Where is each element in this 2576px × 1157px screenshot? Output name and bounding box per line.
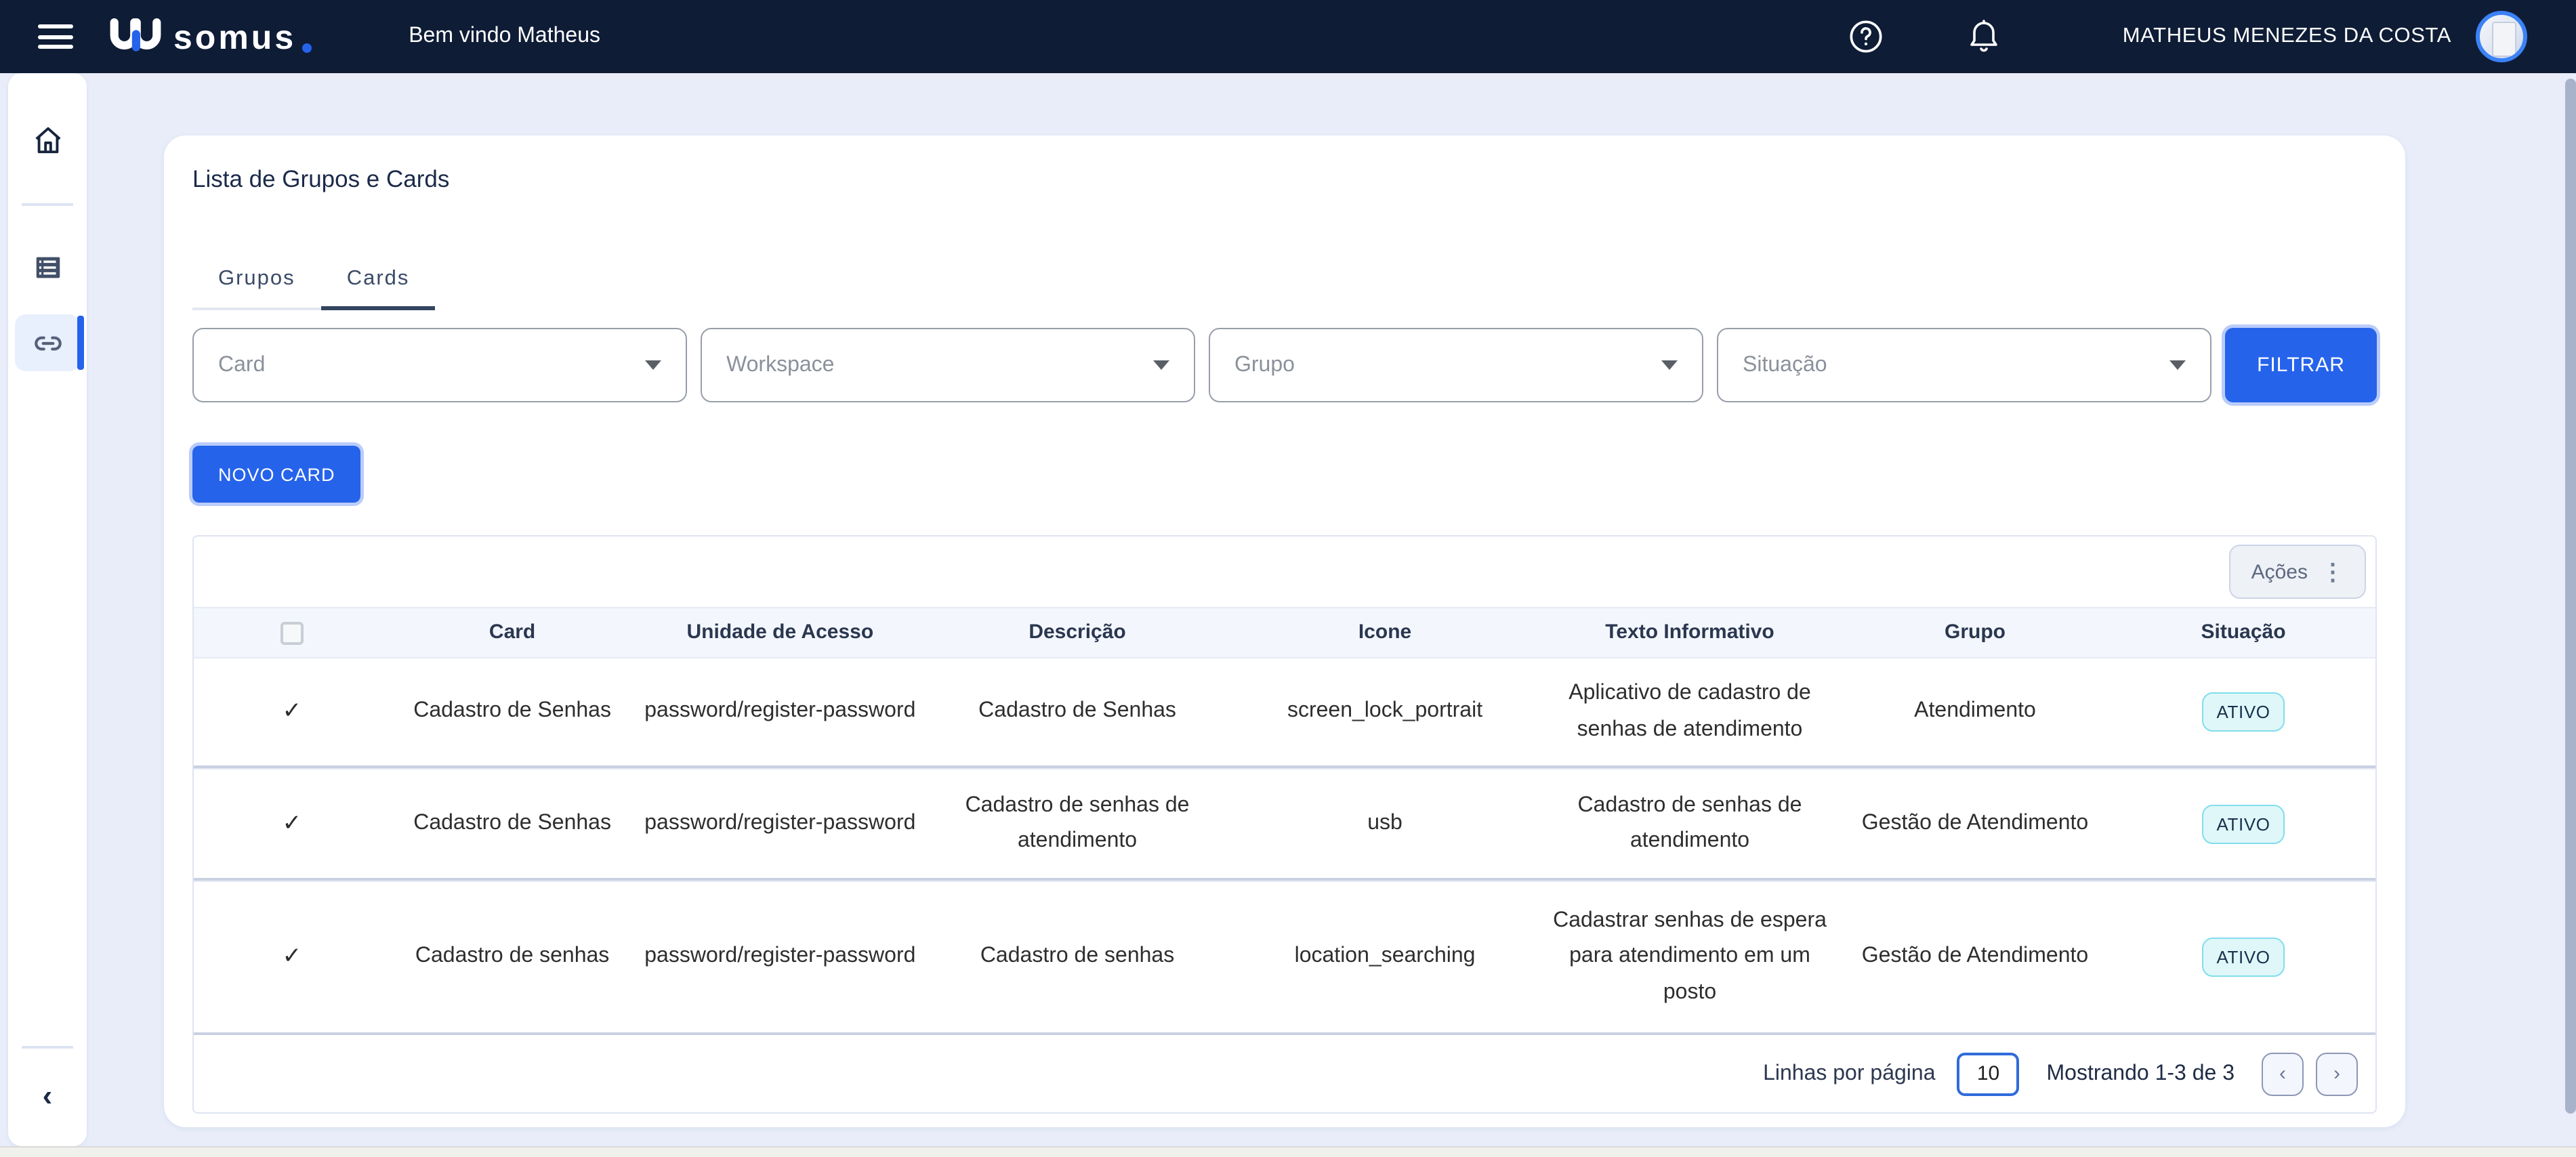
cell-grupo: Gestão de Atendimento (1839, 770, 2112, 878)
filtrar-button[interactable]: FILTRAR (2225, 328, 2377, 402)
cell-descricao: Cadastro de Senhas (926, 658, 1229, 765)
chevron-left-icon: ‹ (2279, 1062, 2286, 1085)
user-name[interactable]: MATHEUS MENEZES DA COSTA (2123, 24, 2451, 49)
horizontal-scrollbar[interactable] (0, 1146, 2576, 1157)
column-header-card: Card (390, 608, 635, 657)
rows-per-page-input[interactable] (1957, 1052, 2020, 1095)
cell-texto-informativo: Cadastrar senhas de espera para atendime… (1541, 882, 1839, 1032)
next-page-button[interactable]: › (2316, 1052, 2358, 1095)
filter-row: Card Workspace Grupo Situação FILTRAR (192, 328, 2377, 402)
row-selected-checkmark[interactable]: ✓ (283, 693, 302, 731)
table-row: ✓ Cadastro de Senhas password/register-p… (194, 768, 2375, 881)
acoes-button[interactable]: Ações ⋮ (2230, 545, 2366, 599)
cell-icone: location_searching (1229, 882, 1541, 1032)
status-badge[interactable]: ATIVO (2202, 804, 2285, 843)
brand-dot (302, 43, 311, 53)
workspace-filter-placeholder: Workspace (726, 353, 834, 377)
brand-name: somus (173, 22, 296, 56)
user-avatar[interactable] (2476, 11, 2527, 62)
acoes-button-label: Ações (2251, 560, 2308, 583)
vertical-scrollbar[interactable] (2565, 79, 2576, 1114)
notifications-bell-icon[interactable] (1968, 19, 2001, 54)
sidebar-divider-bottom (22, 1046, 73, 1049)
link-icon (30, 326, 64, 360)
sidebar-item-list[interactable] (15, 238, 80, 295)
active-indicator-bar (77, 316, 84, 370)
grupo-filter-select[interactable]: Grupo (1209, 328, 1703, 402)
cell-card: Cadastro de Senhas (390, 658, 635, 765)
cell-texto-informativo: Aplicativo de cadastro de senhas de aten… (1541, 658, 1839, 765)
sidebar-collapse-icon[interactable]: ‹ (43, 1081, 53, 1111)
sidebar-navigation: ‹ (8, 73, 87, 1146)
tab-cards[interactable]: Cards (321, 253, 436, 310)
cell-card: Cadastro de senhas (390, 882, 635, 1032)
status-badge[interactable]: ATIVO (2202, 938, 2285, 977)
situacao-filter-placeholder: Situação (1743, 353, 1827, 377)
showing-range-text: Mostrando 1-3 de 3 (2047, 1061, 2235, 1086)
home-icon (32, 124, 63, 155)
row-selected-checkmark[interactable]: ✓ (283, 938, 302, 976)
column-header-situacao: Situação (2111, 608, 2375, 657)
chevron-down-icon (645, 360, 661, 370)
table-header-row: Card Unidade de Acesso Descrição Icone T… (194, 608, 2375, 657)
chevron-down-icon (1153, 360, 1169, 370)
cell-unidade-de-acesso: password/register-password (634, 658, 926, 765)
column-header-descricao: Descrição (926, 608, 1229, 657)
column-header-icone: Icone (1229, 608, 1541, 657)
situacao-filter-select[interactable]: Situação (1717, 328, 2211, 402)
grupo-filter-placeholder: Grupo (1234, 353, 1295, 377)
chevron-right-icon: › (2333, 1062, 2340, 1085)
pagination-row: Linhas por página Mostrando 1-3 de 3 ‹ › (194, 1035, 2375, 1112)
previous-page-button[interactable]: ‹ (2262, 1052, 2304, 1095)
sidebar-item-home[interactable] (15, 111, 80, 168)
list-table-icon (32, 251, 63, 282)
column-header-unidade-de-acesso: Unidade de Acesso (634, 608, 926, 657)
help-icon[interactable] (1849, 19, 1884, 54)
tab-bar: Grupos Cards (192, 253, 435, 310)
somus-logo: somus (108, 18, 311, 56)
sidebar-item-cards-active[interactable] (15, 314, 80, 371)
card-filter-select[interactable]: Card (192, 328, 687, 402)
sidebar-divider (22, 203, 73, 206)
cell-card: Cadastro de Senhas (390, 770, 635, 878)
card-filter-placeholder: Card (218, 353, 265, 377)
welcome-message: Bem vindo Matheus (409, 24, 600, 49)
hamburger-menu-icon[interactable] (38, 24, 73, 49)
cards-table-container: Ações ⋮ Card Unidade de Acesso Descrição… (192, 535, 2377, 1114)
tab-grupos[interactable]: Grupos (192, 253, 321, 310)
select-all-checkbox[interactable] (281, 621, 304, 644)
workspace-filter-select[interactable]: Workspace (701, 328, 1195, 402)
cell-texto-informativo: Cadastro de senhas de atendimento (1541, 770, 1839, 878)
cell-grupo: Atendimento (1839, 658, 2112, 765)
main-content-card: Lista de Grupos e Cards Grupos Cards Car… (164, 135, 2405, 1127)
status-badge[interactable]: ATIVO (2202, 692, 2285, 732)
cell-icone: screen_lock_portrait (1229, 658, 1541, 765)
table-row: ✓ Cadastro de senhas password/register-p… (194, 881, 2375, 1035)
cell-descricao: Cadastro de senhas (926, 882, 1229, 1032)
table-toolbar: Ações ⋮ (194, 537, 2375, 608)
column-header-grupo: Grupo (1839, 608, 2112, 657)
rows-per-page-label: Linhas por página (1763, 1061, 1935, 1086)
cell-grupo: Gestão de Atendimento (1839, 882, 2112, 1032)
chevron-down-icon (2169, 360, 2186, 370)
cell-descricao: Cadastro de senhas de atendimento (926, 770, 1229, 878)
column-header-texto-informativo: Texto Informativo (1541, 608, 1839, 657)
somus-logo-mark-icon (108, 18, 163, 56)
table-row: ✓ Cadastro de Senhas password/register-p… (194, 657, 2375, 768)
kebab-menu-icon: ⋮ (2321, 560, 2344, 583)
cell-unidade-de-acesso: password/register-password (634, 770, 926, 878)
header-checkbox-cell (194, 608, 390, 657)
page-title: Lista de Grupos e Cards (192, 165, 2377, 194)
cell-icone: usb (1229, 770, 1541, 878)
novo-card-button[interactable]: NOVO CARD (192, 446, 361, 503)
chevron-down-icon (1661, 360, 1678, 370)
row-selected-checkmark[interactable]: ✓ (283, 805, 302, 843)
application-window: somus Bem vindo Matheus MATHEUS MENEZES … (0, 0, 2576, 1157)
top-navigation-bar: somus Bem vindo Matheus MATHEUS MENEZES … (0, 0, 2576, 73)
cell-unidade-de-acesso: password/register-password (634, 882, 926, 1032)
